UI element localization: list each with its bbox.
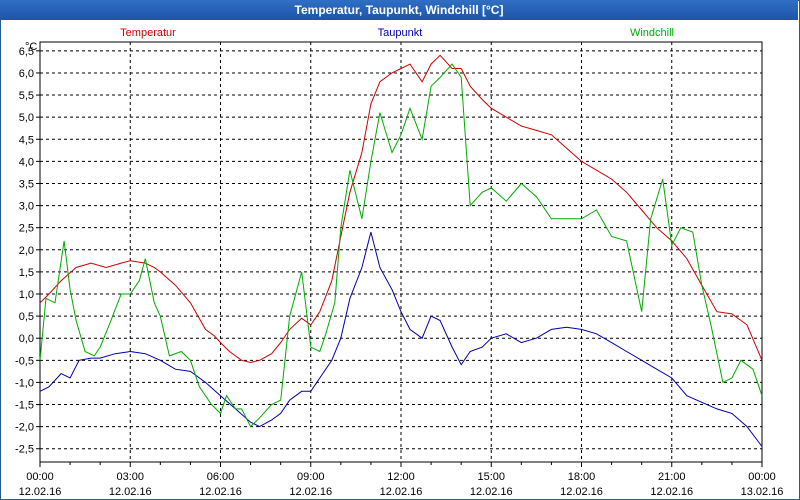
y-tick-label: 2,5 xyxy=(19,223,34,235)
x-tick-date: 12.02.16 xyxy=(380,486,423,498)
legend-entry-taupunkt: Taupunkt xyxy=(378,27,423,39)
x-tick-time: 06:00 xyxy=(207,471,235,483)
x-tick-date: 12.02.16 xyxy=(470,486,513,498)
x-tick-time: 21:00 xyxy=(658,471,686,483)
y-tick-label: 3,5 xyxy=(19,178,34,190)
y-tick-label: 6,0 xyxy=(19,68,34,80)
y-tick-label: -2,5 xyxy=(15,444,34,456)
y-tick-label: 0,0 xyxy=(19,333,34,345)
x-tick-date: 12.02.16 xyxy=(560,486,603,498)
y-tick-label: 4,5 xyxy=(19,134,34,146)
y-tick-label: 2,0 xyxy=(19,245,34,257)
x-tick-time: 15:00 xyxy=(477,471,505,483)
x-tick-date: 12.02.16 xyxy=(19,486,62,498)
y-tick-label: 5,0 xyxy=(19,112,34,124)
y-tick-label: -1,0 xyxy=(15,377,34,389)
legend-entry-windchill: Windchill xyxy=(630,27,674,39)
legend: Temperatur Taupunkt Windchill xyxy=(120,27,674,39)
x-tick-time: 12:00 xyxy=(387,471,415,483)
x-tick-time: 00:00 xyxy=(26,471,54,483)
y-tick-label: 4,0 xyxy=(19,156,34,168)
y-tick-label: 1,5 xyxy=(19,267,34,279)
x-tick-time: 09:00 xyxy=(297,471,325,483)
y-tick-label: 3,0 xyxy=(19,201,34,213)
x-tick-date: 12.02.16 xyxy=(650,486,693,498)
x-tick-date: 12.02.16 xyxy=(109,486,152,498)
y-tick-label: -1,5 xyxy=(15,400,34,412)
y-tick-label: -0,5 xyxy=(15,355,34,367)
y-tick-label: 0,5 xyxy=(19,311,34,323)
x-tick-date: 12.02.16 xyxy=(289,486,332,498)
legend-entry-temperatur: Temperatur xyxy=(120,27,176,39)
chart-canvas: 6,56,05,55,04,54,03,53,02,52,01,51,00,50… xyxy=(15,27,784,498)
x-tick-date: 12.02.16 xyxy=(199,486,242,498)
y-tick-label: 1,0 xyxy=(19,289,34,301)
x-tick-date: 13.02.16 xyxy=(741,486,784,498)
x-tick-time: 03:00 xyxy=(116,471,144,483)
x-tick-time: 18:00 xyxy=(568,471,596,483)
y-tick-label: 5,5 xyxy=(19,90,34,102)
y-axis-label: °C xyxy=(25,41,37,53)
x-tick-time: 00:00 xyxy=(748,471,776,483)
y-tick-label: -2,0 xyxy=(15,422,34,434)
